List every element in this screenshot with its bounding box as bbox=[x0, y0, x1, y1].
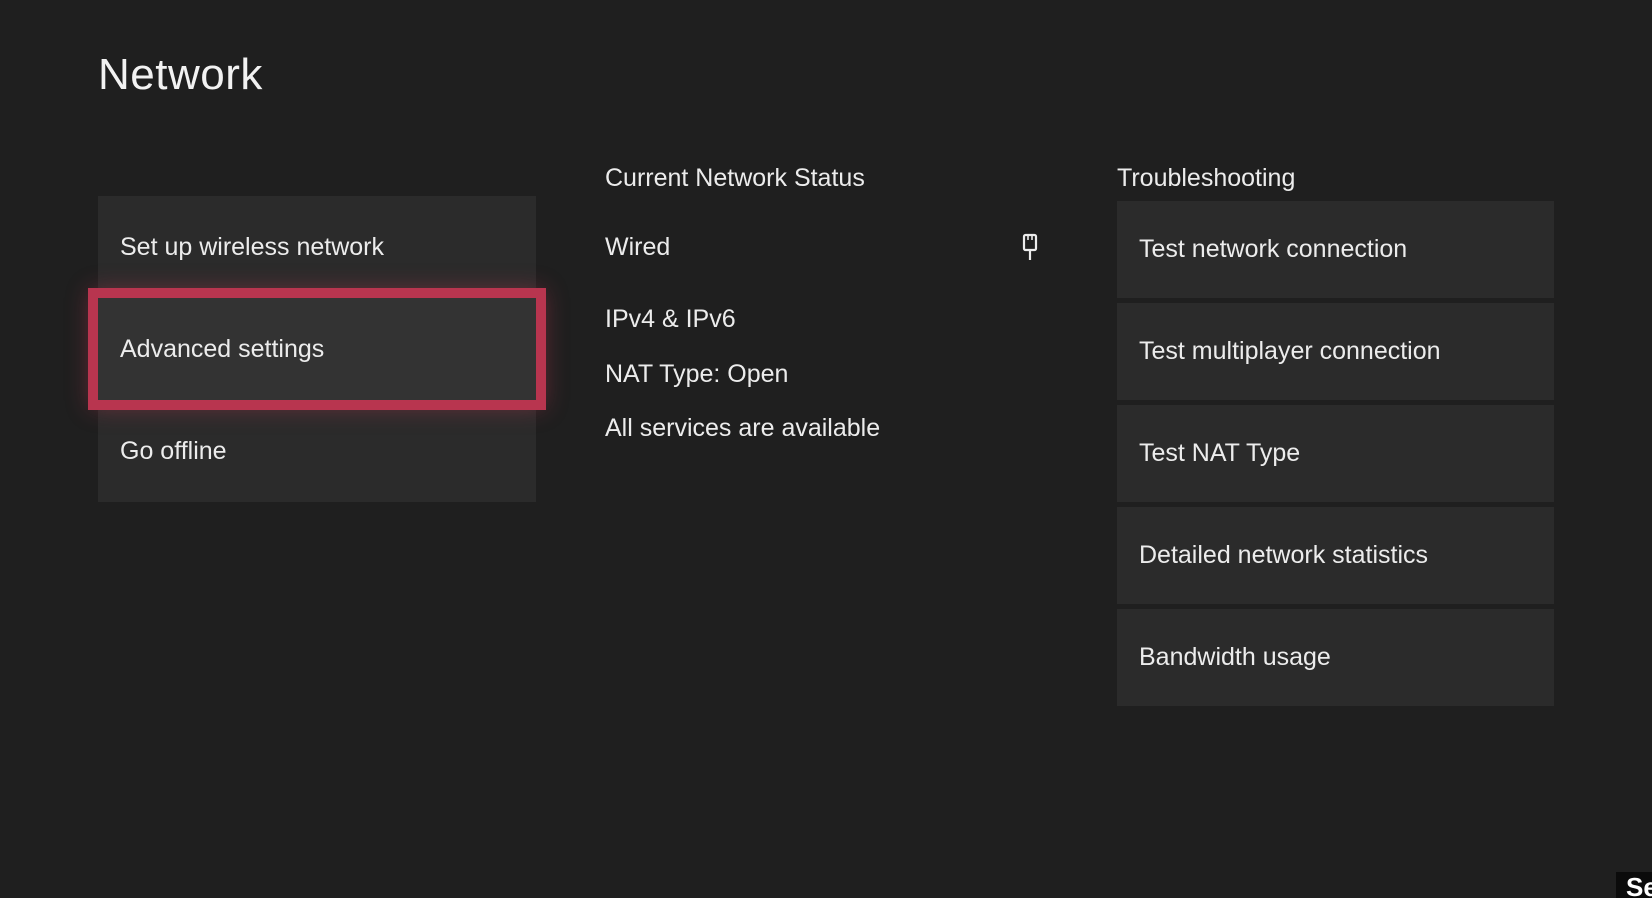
page-title: Network bbox=[98, 50, 263, 99]
menu-item-label: Go offline bbox=[120, 436, 227, 465]
menu-item-label: Set up wireless network bbox=[120, 232, 385, 261]
test-multiplayer-connection-button[interactable]: Test multiplayer connection bbox=[1117, 303, 1554, 400]
list-item-label: Test network connection bbox=[1139, 235, 1408, 263]
ip-version-text: IPv4 & IPv6 bbox=[605, 305, 736, 333]
troubleshooting-heading: Troubleshooting bbox=[1117, 164, 1296, 192]
services-status-text: All services are available bbox=[605, 414, 881, 442]
advanced-settings-button[interactable]: Advanced settings bbox=[88, 288, 546, 410]
bandwidth-usage-button[interactable]: Bandwidth usage bbox=[1117, 609, 1554, 706]
setup-wireless-network-button[interactable]: Set up wireless network bbox=[98, 196, 536, 298]
network-status-panel: Current Network Status Wired IPv4 & IPv6… bbox=[605, 160, 1045, 442]
troubleshooting-list: Test network connection Test multiplayer… bbox=[1117, 201, 1554, 711]
network-status-heading: Current Network Status bbox=[605, 164, 865, 192]
list-item-label: Bandwidth usage bbox=[1139, 643, 1331, 671]
list-item-label: Detailed network statistics bbox=[1139, 541, 1429, 569]
ethernet-plug-icon bbox=[1022, 233, 1038, 260]
nat-type-text: NAT Type: Open bbox=[605, 360, 789, 388]
connection-type-text: Wired bbox=[605, 233, 671, 261]
menu-item-label: Advanced settings bbox=[120, 334, 325, 363]
corner-badge: Se bbox=[1616, 872, 1652, 898]
list-item-label: Test NAT Type bbox=[1139, 439, 1301, 467]
go-offline-button[interactable]: Go offline bbox=[98, 400, 536, 502]
network-menu: Set up wireless network Advanced setting… bbox=[88, 196, 546, 502]
test-network-connection-button[interactable]: Test network connection bbox=[1117, 201, 1554, 298]
test-nat-type-button[interactable]: Test NAT Type bbox=[1117, 405, 1554, 502]
list-item-label: Test multiplayer connection bbox=[1139, 337, 1441, 365]
detailed-network-statistics-button[interactable]: Detailed network statistics bbox=[1117, 507, 1554, 604]
troubleshooting-panel: Troubleshooting Test network connection … bbox=[1117, 160, 1554, 706]
